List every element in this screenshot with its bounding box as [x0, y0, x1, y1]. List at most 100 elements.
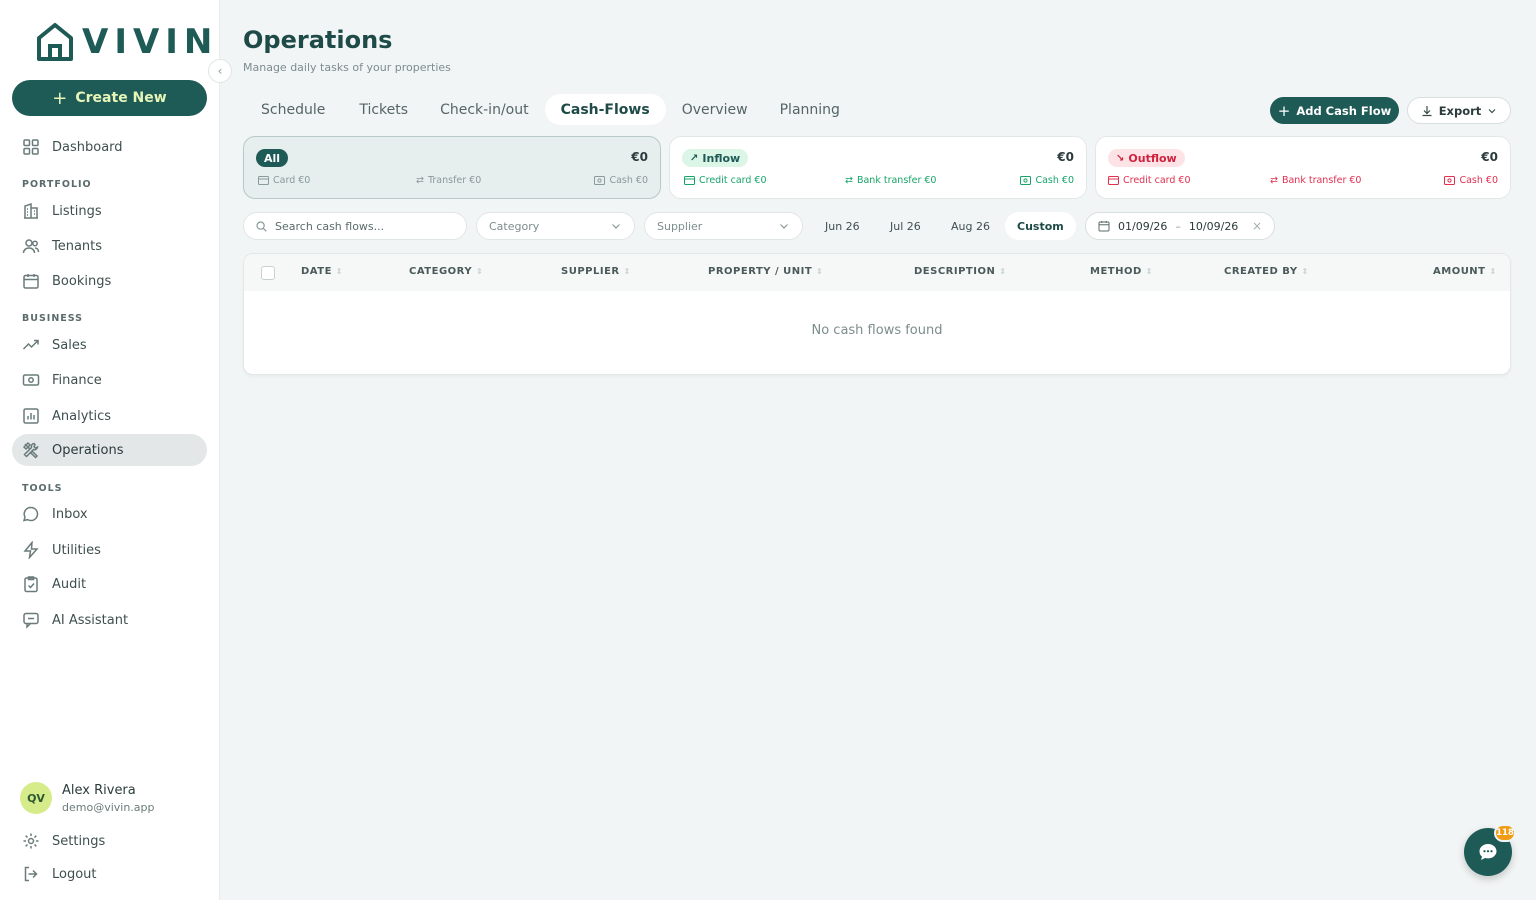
sort-icon: ⇕ [623, 267, 631, 276]
trending-up-icon: ↗ [690, 152, 699, 164]
sidebar-item-label: Settings [52, 833, 106, 849]
column-header-created-by[interactable]: CREATED BY ⇕ [1224, 266, 1309, 277]
export-label: Export [1438, 103, 1482, 118]
transfer-icon: ⇄ [845, 175, 853, 186]
inflow-credit-card-amount: Credit card €0 [684, 175, 767, 186]
tab-cash-flows[interactable]: Cash-Flows [544, 94, 666, 125]
search-placeholder: Search cash flows... [275, 219, 385, 233]
page-subtitle: Manage daily tasks of your properties [243, 61, 451, 74]
column-header-date[interactable]: DATE ⇕ [301, 266, 343, 277]
sidebar-item-label: Audit [52, 576, 87, 592]
empty-state-message: No cash flows found [811, 323, 943, 338]
collapse-sidebar-button[interactable]: ‹ [208, 59, 232, 83]
add-cash-flow-label: Add Cash Flow [1296, 103, 1392, 118]
sidebar-item-label: Operations [52, 442, 124, 458]
credit-card-icon [258, 176, 269, 185]
sidebar-item-analytics[interactable]: Analytics [12, 400, 207, 432]
column-header-method[interactable]: METHOD ⇕ [1090, 266, 1153, 277]
outflow-cash-amount: Cash €0 [1444, 175, 1498, 186]
sidebar-item-label: Analytics [52, 408, 112, 424]
sidebar-item-dashboard[interactable]: Dashboard [12, 131, 207, 163]
cash-icon [1020, 176, 1032, 185]
add-cash-flow-button[interactable]: + Add Cash Flow [1270, 97, 1399, 124]
period-aug-26[interactable]: Aug 26 [939, 212, 1002, 240]
all-total: €0 [631, 150, 648, 164]
tab-overview[interactable]: Overview [666, 94, 764, 125]
category-select[interactable]: Category [476, 212, 635, 240]
sidebar-item-audit[interactable]: Audit [12, 568, 207, 600]
summary-card-all[interactable]: All €0 Card €0 ⇄ Transfer €0 Cash €0 [243, 136, 661, 199]
section-label-tools: TOOLS [22, 483, 63, 494]
sidebar-item-tenants[interactable]: Tenants [12, 230, 207, 262]
sort-icon: ⇕ [1301, 267, 1309, 276]
tab-tickets[interactable]: Tickets [343, 94, 424, 125]
search-input[interactable]: Search cash flows... [243, 212, 467, 240]
logo[interactable]: VIVIN [36, 22, 218, 62]
period-custom[interactable]: Custom [1005, 212, 1076, 240]
transfer-icon: ⇄ [1270, 175, 1278, 186]
create-new-label: Create New [75, 90, 167, 106]
period-jun-26[interactable]: Jun 26 [813, 212, 872, 240]
clear-date-icon[interactable]: × [1252, 219, 1262, 233]
credit-card-icon [1108, 176, 1119, 185]
sidebar-item-inbox[interactable]: Inbox [12, 498, 207, 530]
column-header-description[interactable]: DESCRIPTION ⇕ [914, 266, 1007, 277]
sort-icon: ⇕ [335, 267, 344, 276]
section-label-business: BUSINESS [22, 313, 84, 324]
sidebar-item-listings[interactable]: Listings [12, 195, 207, 227]
tab-check-in-out[interactable]: Check-in/out [424, 94, 545, 125]
chevron-down-icon [780, 224, 788, 229]
all-badge: All [256, 149, 289, 167]
sidebar-item-operations[interactable]: Operations [12, 434, 207, 466]
sort-icon: ⇕ [1145, 267, 1153, 276]
date-separator: – [1175, 219, 1181, 233]
sidebar-item-bookings[interactable]: Bookings [12, 265, 207, 297]
all-cash-amount: Cash €0 [594, 175, 648, 186]
sidebar-item-finance[interactable]: Finance [12, 364, 207, 396]
tab-schedule[interactable]: Schedule [243, 94, 343, 125]
trending-up-icon [22, 339, 39, 350]
chat-notification-badge: 118 [1494, 824, 1516, 842]
date-to: 10/09/26 [1188, 219, 1239, 233]
sort-icon: ⇕ [999, 267, 1007, 276]
sidebar-item-label: Tenants [52, 238, 103, 254]
date-range-picker[interactable]: 01/09/26 – 10/09/26 × [1085, 212, 1275, 240]
trending-down-icon: ↘ [1116, 152, 1125, 164]
outflow-bank-transfer-amount: ⇄ Bank transfer €0 [1270, 175, 1362, 186]
sidebar-item-label: Sales [52, 337, 87, 353]
sidebar-item-utilities[interactable]: Utilities [12, 534, 207, 566]
calendar-icon [1098, 221, 1110, 232]
house-logo-icon [37, 23, 73, 61]
table-header: DATE ⇕ CATEGORY ⇕ SUPPLIER ⇕ PROPERTY / UNI… [244, 254, 1510, 291]
sidebar-item-ai-assistant[interactable]: AI Assistant [12, 604, 207, 636]
cash-icon [1444, 176, 1456, 185]
column-header-amount[interactable]: AMOUNT ⇕ [1433, 266, 1497, 277]
sidebar-item-sales[interactable]: Sales [12, 329, 207, 361]
cash-icon [594, 176, 606, 185]
sidebar-item-label: Inbox [52, 506, 88, 522]
tab-planning[interactable]: Planning [764, 94, 856, 125]
sidebar-item-settings[interactable]: Settings [12, 825, 207, 857]
outflow-total: €0 [1481, 150, 1498, 164]
outflow-credit-card-amount: Credit card €0 [1108, 175, 1191, 186]
chevron-left-icon: ‹ [217, 64, 223, 78]
user-profile[interactable]: QV Alex Rivera demo@vivin.app [20, 782, 155, 814]
tools-icon [22, 441, 39, 459]
create-new-button[interactable]: + Create New [12, 80, 207, 116]
sidebar-item-logout[interactable]: Logout [12, 858, 207, 890]
summary-card-outflow[interactable]: ↘ Outflow €0 Credit card €0 ⇄ Bank trans… [1095, 136, 1511, 199]
select-all-checkbox[interactable] [261, 266, 275, 280]
calendar-icon [23, 274, 39, 289]
summary-card-inflow[interactable]: ↗ Inflow €0 Credit card €0 ⇄ Bank transf… [669, 136, 1087, 199]
period-jul-26[interactable]: Jul 26 [878, 212, 933, 240]
sidebar: VIVIN + Create New Dashboard PORTFOLIO L… [0, 0, 220, 900]
supplier-select[interactable]: Supplier [644, 212, 803, 240]
section-label-portfolio: PORTFOLIO [22, 179, 92, 190]
column-header-supplier[interactable]: SUPPLIER ⇕ [561, 266, 631, 277]
plus-icon: + [52, 87, 68, 109]
export-button[interactable]: Export [1407, 97, 1511, 124]
supplier-select-value: Supplier [657, 219, 703, 233]
column-header-property-unit[interactable]: PROPERTY / UNIT ⇕ [708, 266, 823, 277]
logout-icon [24, 866, 38, 882]
column-header-category[interactable]: CATEGORY ⇕ [409, 266, 483, 277]
